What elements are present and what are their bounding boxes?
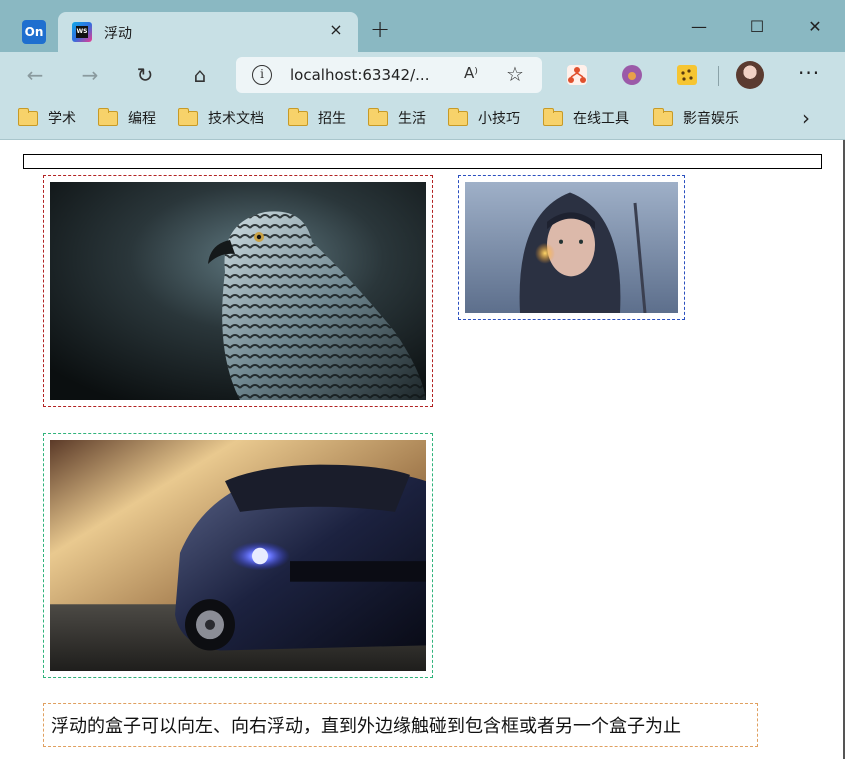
avatar[interactable] — [736, 61, 764, 89]
address-bar[interactable]: i localhost:63342/... A⁾ ☆ — [236, 57, 542, 93]
bookmark-folder[interactable]: 招生 — [288, 107, 346, 128]
toolbar-separator — [718, 66, 719, 86]
tab-close-button[interactable]: × — [326, 20, 346, 40]
empty-container-box — [23, 154, 822, 169]
bookmark-folder[interactable]: 编程 — [98, 107, 156, 128]
tab-active[interactable]: WS 浮动 × — [58, 12, 358, 52]
float-box-car — [43, 433, 433, 678]
more-menu-button[interactable]: ··· — [798, 61, 820, 85]
folder-icon — [543, 107, 563, 126]
bookmark-folder[interactable]: 影音娱乐 — [653, 107, 739, 128]
close-window-button[interactable]: ✕ — [800, 12, 830, 42]
refresh-button[interactable]: ↻ — [132, 62, 158, 88]
folder-icon — [653, 107, 673, 126]
bookmark-folder[interactable]: 小技巧 — [448, 107, 520, 128]
bookmarks-more-button[interactable]: › — [802, 106, 810, 130]
eagle-image — [50, 182, 426, 400]
extension-leopard-icon[interactable] — [677, 65, 697, 85]
hooded-warrior-image — [465, 182, 678, 313]
favorite-add-icon[interactable]: ☆ — [506, 62, 524, 86]
car-image — [50, 440, 426, 671]
float-box-warrior — [458, 175, 685, 320]
new-tab-button[interactable]: + — [368, 17, 392, 42]
folder-icon — [448, 107, 468, 126]
webstorm-icon: WS — [72, 22, 92, 42]
bookmark-folder[interactable]: 技术文档 — [178, 107, 264, 128]
back-button[interactable]: ← — [22, 62, 48, 88]
folder-icon — [18, 107, 38, 126]
extension-fox-icon[interactable] — [622, 65, 642, 85]
tab-title: 浮动 — [104, 26, 132, 42]
folder-icon — [288, 107, 308, 126]
forward-button[interactable]: → — [77, 62, 103, 88]
float-box-eagle — [43, 175, 433, 407]
page-content: 浮动的盒子可以向左、向右浮动，直到外边缘触碰到包含框或者另一个盒子为止 — [0, 140, 845, 759]
folder-icon — [178, 107, 198, 126]
caption-text: 浮动的盒子可以向左、向右浮动，直到外边缘触碰到包含框或者另一个盒子为止 — [51, 716, 681, 737]
outlook-icon[interactable]: On — [22, 20, 46, 44]
minimize-button[interactable]: — — [684, 12, 714, 42]
folder-icon — [368, 107, 388, 126]
extension-sitemap-icon[interactable] — [567, 65, 587, 85]
home-button[interactable]: ⌂ — [187, 62, 213, 88]
browser-chrome: On WS 浮动 × + — ☐ ✕ ← → ↻ ⌂ i localhost:6… — [0, 0, 845, 140]
browser-toolbar: ← → ↻ ⌂ i localhost:63342/... A⁾ ☆ ··· — [0, 52, 845, 98]
read-aloud-icon[interactable]: A⁾ — [464, 64, 478, 82]
bookmark-folder[interactable]: 学术 — [18, 107, 76, 128]
info-icon[interactable]: i — [252, 65, 272, 85]
tab-strip: On WS 浮动 × + — ☐ ✕ — [0, 0, 845, 52]
maximize-button[interactable]: ☐ — [742, 12, 772, 42]
bookmarks-bar: 学术 编程 技术文档 招生 生活 小技巧 在线工具 影音娱乐 › — [0, 98, 845, 140]
address-url[interactable]: localhost:63342/... — [290, 66, 429, 84]
folder-icon — [98, 107, 118, 126]
bookmark-folder[interactable]: 在线工具 — [543, 107, 629, 128]
float-box-caption: 浮动的盒子可以向左、向右浮动，直到外边缘触碰到包含框或者另一个盒子为止 — [43, 703, 758, 747]
bookmark-folder[interactable]: 生活 — [368, 107, 426, 128]
